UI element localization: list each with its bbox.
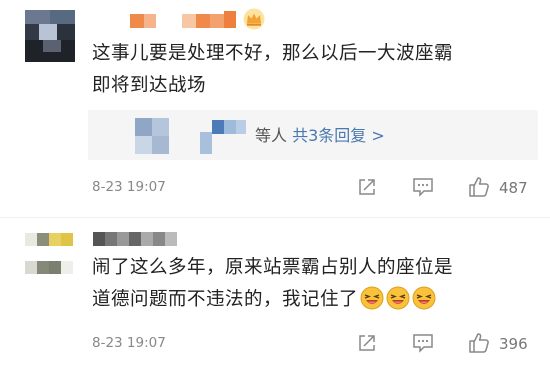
reply-count-link[interactable]: 共3条回复 > xyxy=(292,126,385,145)
reply-avatar xyxy=(200,120,246,154)
timestamp: 8-23 19:07 xyxy=(92,335,166,351)
timestamp: 8-23 19:07 xyxy=(92,179,166,195)
comment-text: 闹了这么多年，原来站票霸占别人的座位是 道德问题而不违法的，我记住了 xyxy=(92,257,454,310)
divider xyxy=(0,217,550,218)
share-icon[interactable] xyxy=(357,177,377,197)
laughing-emoji-icon xyxy=(386,286,410,310)
share-icon[interactable] xyxy=(357,333,377,353)
like-count: 396 xyxy=(499,335,528,353)
comment-icon[interactable] xyxy=(412,177,434,197)
reply-summary[interactable]: 等人 共3条回复 > xyxy=(255,122,385,146)
like-icon[interactable] xyxy=(468,176,490,198)
like-count: 487 xyxy=(499,179,528,197)
crown-icon xyxy=(243,8,265,30)
reply-suffix: 等人 xyxy=(255,126,288,145)
like-icon[interactable] xyxy=(468,332,490,354)
reply-avatar xyxy=(135,118,169,154)
avatar[interactable] xyxy=(25,10,75,62)
comment-text: 这事儿要是处理不好，那么以后一大波座霸 即将到达战场 xyxy=(92,43,454,96)
username[interactable] xyxy=(130,9,240,31)
avatar[interactable] xyxy=(25,228,75,283)
comment-icon[interactable] xyxy=(412,333,434,353)
username[interactable] xyxy=(93,232,183,246)
laughing-emoji-icon xyxy=(360,286,384,310)
laughing-emoji-icon xyxy=(412,286,436,310)
